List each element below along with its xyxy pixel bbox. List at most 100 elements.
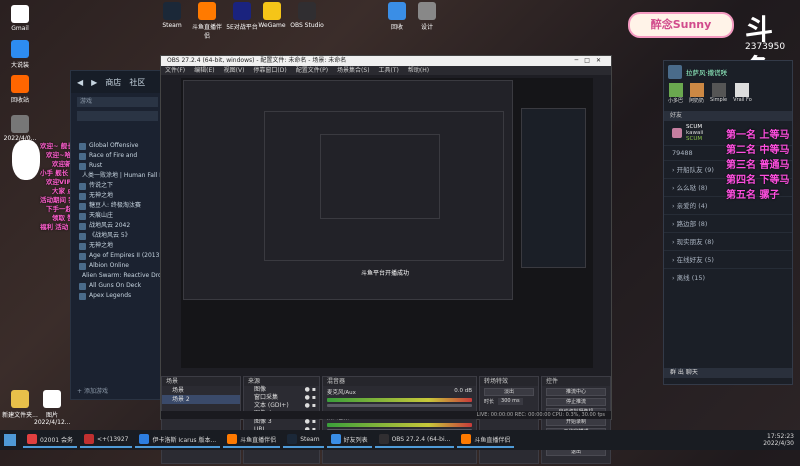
maximize-icon[interactable]: □	[584, 57, 596, 64]
taskbar-item[interactable]: 斗鱼直播伴侣	[223, 432, 281, 448]
steam-game-item[interactable]: 传说之下	[71, 181, 164, 191]
clock[interactable]: 17:52:23 2022/4/30	[763, 433, 794, 447]
friend-group[interactable]: › 离线 (15)	[664, 268, 792, 286]
steam-game-item[interactable]: 人类一败涂地 | Human Fall Fl	[71, 171, 164, 181]
steam-game-item[interactable]: Alien Swarm: Reactive Drop	[71, 271, 164, 281]
control-button[interactable]: 开始录制	[546, 418, 606, 426]
taskbar-item[interactable]: 伊卡洛斯 Icarus 版本...	[135, 432, 221, 448]
steam-search-input[interactable]	[77, 111, 158, 121]
source-item[interactable]: 图像 3 ● ▪	[244, 418, 319, 426]
start-icon[interactable]	[4, 434, 16, 446]
lock-icon[interactable]: ▪	[312, 386, 319, 394]
desktop-icon[interactable]: Gmail	[2, 5, 38, 32]
eye-icon[interactable]: ●	[305, 418, 310, 426]
desktop-icon[interactable]: 图片 2022/4/12...	[34, 390, 71, 426]
steam-game-item[interactable]: 战地风云 2042	[71, 221, 164, 231]
nested-preview-2	[264, 111, 504, 261]
friend-avatar-item[interactable]: Simple	[710, 83, 727, 111]
lock-icon[interactable]: ▪	[312, 418, 319, 426]
game-icon	[79, 262, 86, 270]
friend-avatar-item[interactable]: 阿奶奶	[689, 83, 704, 111]
taskbar-item[interactable]: 好友列表	[326, 432, 372, 448]
desktop-icon[interactable]: 设计	[410, 2, 444, 31]
steam-game-item[interactable]: 《战地风云 5》	[71, 231, 164, 241]
steam-game-item[interactable]: Race of Fire and	[71, 151, 164, 161]
friend-group[interactable]: › 在线好友 (5)	[664, 250, 792, 268]
transitions-title: 转场特效	[480, 377, 538, 386]
game-title: 战地风云 2042	[89, 222, 131, 229]
obs-titlebar: OBS 27.2.4 (64-bit, windows) - 配置文件: 未命名…	[161, 56, 611, 66]
source-item[interactable]: 窗口采集 ● ▪	[244, 394, 319, 402]
game-title: All Guns On Deck	[89, 282, 142, 289]
eye-icon[interactable]: ●	[305, 402, 310, 410]
transition-select[interactable]: 淡出	[484, 388, 534, 396]
friend-group[interactable]: › 路边部 (8)	[664, 214, 792, 232]
desktop-icon[interactable]: 2022/4/0...	[2, 115, 38, 142]
friend-avatar-item[interactable]: Vrail Fo	[733, 83, 752, 111]
friend-group[interactable]: › 现实朋友 (8)	[664, 232, 792, 250]
obs-menu-item[interactable]: 帮助(H)	[408, 66, 429, 75]
lock-icon[interactable]: ▪	[312, 394, 319, 402]
obs-menu-item[interactable]: 编辑(E)	[194, 66, 214, 75]
desktop-icon[interactable]: 新建文件夹...	[2, 390, 38, 419]
obs-menu-item[interactable]: 停靠窗口(D)	[253, 66, 286, 75]
taskbar-item[interactable]: 02001 会务	[23, 432, 77, 448]
steam-forward-icon[interactable]: ▶	[91, 78, 97, 87]
transition-duration-input[interactable]: 300 ms	[498, 398, 523, 405]
steam-game-item[interactable]: Rust	[71, 161, 164, 171]
user-avatar[interactable]	[668, 65, 682, 79]
close-icon[interactable]: ✕	[596, 57, 607, 64]
desktop-icon[interactable]: 回收站	[2, 75, 38, 104]
friend-avatar	[711, 83, 726, 97]
steam-add-game-button[interactable]: + 添加游戏	[77, 386, 108, 395]
steam-game-item[interactable]: 无神之地	[71, 191, 164, 201]
chat-footer[interactable]: 群 出 聊天	[664, 368, 792, 378]
taskbar-item[interactable]: 斗鱼直播伴侣	[457, 432, 515, 448]
steam-game-item[interactable]: 糖豆人: 终极淘汰赛	[71, 201, 164, 211]
obs-menu-item[interactable]: 配置文件(P)	[296, 66, 328, 75]
taskbar-item[interactable]: OBS 27.2.4 (64-bi...	[374, 432, 455, 448]
source-item[interactable]: 图像 ●▪	[244, 386, 319, 394]
steam-game-item[interactable]: 天痕山庄	[71, 211, 164, 221]
taskbar-item[interactable]: <+(13927	[80, 432, 133, 448]
friend-avatar-item[interactable]: 小多巴	[668, 83, 683, 111]
obs-menu-item[interactable]: 场景集合(S)	[337, 66, 370, 75]
desktop-icon[interactable]: 斗鱼直播伴侣	[190, 2, 224, 40]
obs-menu-item[interactable]: 文件(F)	[165, 66, 185, 75]
eye-icon[interactable]: ●	[305, 394, 310, 402]
taskbar-item[interactable]: Steam	[283, 432, 324, 448]
desktop-icon[interactable]: 回收	[380, 2, 414, 31]
desktop-icon[interactable]: Steam	[155, 2, 189, 29]
steam-game-item[interactable]: Albion Online	[71, 261, 164, 271]
obs-preview[interactable]: 斗鱼平台开播成功	[181, 78, 593, 368]
obs-menu-item[interactable]: 视图(V)	[224, 66, 245, 75]
taskbar-label: OBS 27.2.4 (64-bi...	[391, 435, 451, 443]
source-item[interactable]: 文本 (GDI+) ● ▪	[244, 402, 319, 410]
minimize-icon[interactable]: ─	[575, 57, 585, 64]
scene-item[interactable]: 场景 2	[162, 395, 240, 404]
volume-slider[interactable]	[327, 404, 472, 407]
friends-section[interactable]: 好友	[664, 111, 792, 121]
game-title: Albion Online	[89, 262, 129, 269]
taskbar-label: 斗鱼直播伴侣	[240, 436, 277, 444]
scene-item[interactable]: 场景	[162, 386, 240, 395]
control-button[interactable]: 停止推流	[546, 398, 606, 406]
eye-icon[interactable]: ●	[305, 386, 310, 394]
desktop-icon[interactable]: OBS Studio	[290, 2, 324, 29]
steam-back-icon[interactable]: ◀	[77, 78, 83, 87]
desktop-icon[interactable]: 大说装	[2, 40, 38, 69]
steam-game-item[interactable]: Global Offensive	[71, 141, 164, 151]
desktop-icon[interactable]: 5E对战平台	[225, 2, 259, 31]
steam-game-item[interactable]: 无神之地	[71, 241, 164, 251]
desktop-icon[interactable]: WeGame	[255, 2, 289, 29]
lock-icon[interactable]: ▪	[312, 402, 319, 410]
control-button[interactable]: 推流中心	[546, 388, 606, 396]
app-icon	[11, 115, 29, 133]
obs-menu-item[interactable]: 工具(T)	[379, 66, 399, 75]
steam-game-item[interactable]: Age of Empires II (2013)	[71, 251, 164, 261]
steam-nav-community[interactable]: 社区	[129, 77, 145, 88]
steam-library-section[interactable]: 游戏	[77, 97, 158, 107]
steam-game-item[interactable]: Apex Legends	[71, 291, 164, 301]
steam-nav-store[interactable]: 商店	[105, 77, 121, 88]
steam-game-item[interactable]: All Guns On Deck	[71, 281, 164, 291]
